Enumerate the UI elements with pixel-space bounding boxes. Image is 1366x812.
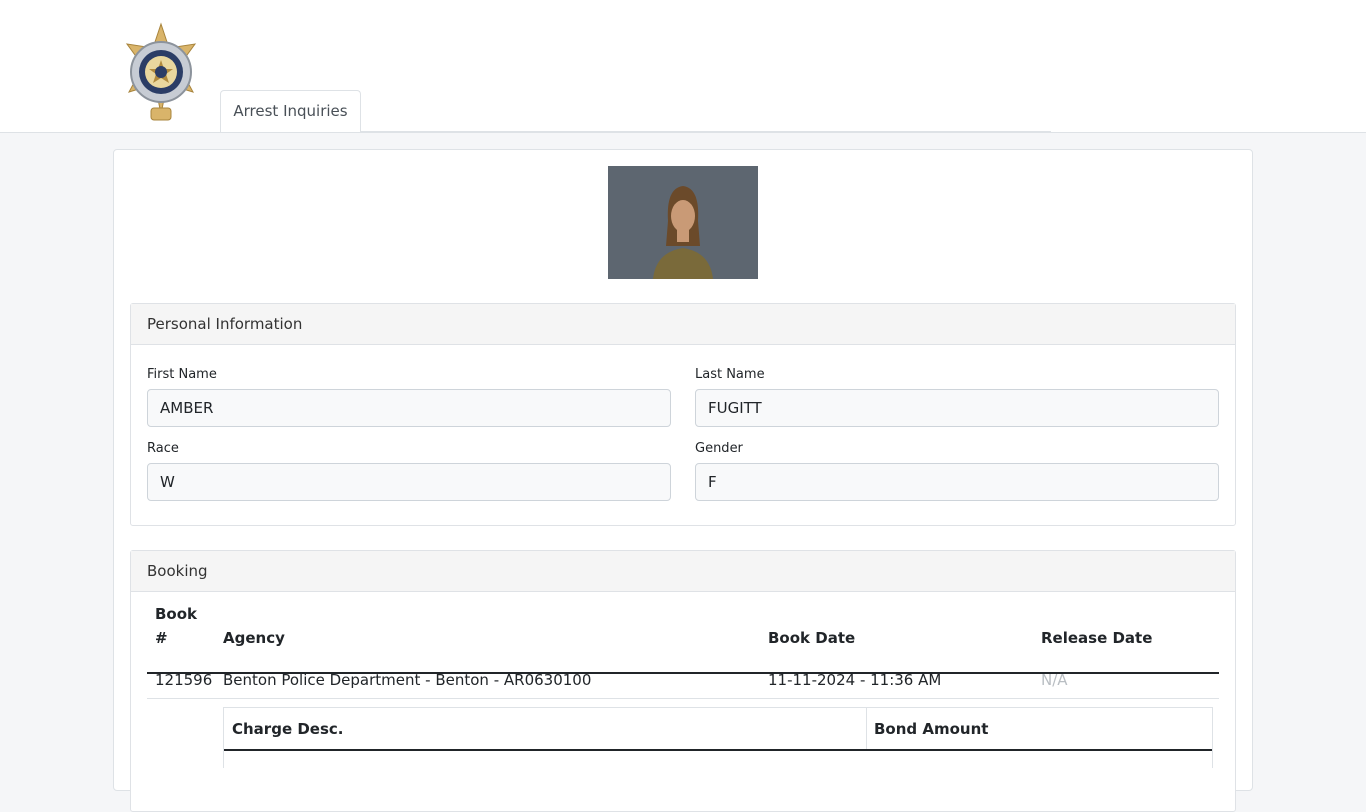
race-group: Race W [147, 441, 671, 501]
first-name-field[interactable]: AMBER [147, 389, 671, 427]
column-header-release-date: Release Date [1041, 629, 1153, 647]
mugshot-photo [608, 166, 758, 279]
booking-panel: Booking Book # Agency Book Date Release … [130, 550, 1236, 812]
column-header-charge-desc: Charge Desc. [232, 720, 344, 738]
release-date-cell: N/A [1041, 671, 1068, 689]
book-number-cell: 121596 [155, 671, 213, 689]
column-header-bond-amount: Bond Amount [874, 720, 989, 738]
last-name-label: Last Name [695, 367, 765, 382]
inmate-detail-card: Personal Information First Name AMBER La… [113, 149, 1253, 812]
race-field[interactable]: W [147, 463, 671, 501]
top-navbar: Arrest Inquiries [0, 0, 1366, 133]
gender-label: Gender [695, 441, 743, 456]
tab-arrest-inquiries[interactable]: Arrest Inquiries [220, 90, 361, 132]
first-name-group: First Name AMBER [147, 367, 671, 427]
column-header-book-date: Book Date [768, 629, 856, 647]
sheriff-badge-logo[interactable] [123, 22, 199, 126]
column-header-book-line2: # [155, 629, 168, 647]
gender-field[interactable]: F [695, 463, 1219, 501]
last-name-field[interactable]: FUGITT [695, 389, 1219, 427]
agency-cell: Benton Police Department - Benton - AR06… [223, 671, 592, 689]
personal-information-header: Personal Information [131, 304, 1235, 345]
booking-header: Booking [131, 551, 1235, 592]
charges-table: Charge Desc. Bond Amount [223, 707, 1213, 768]
race-label: Race [147, 441, 179, 456]
charges-column-divider [866, 708, 867, 750]
last-name-group: Last Name FUGITT [695, 367, 1219, 427]
book-date-cell: 11-11-2024 - 11:36 AM [768, 671, 942, 689]
gender-group: Gender F [695, 441, 1219, 501]
column-header-book-line1: Book [155, 605, 198, 623]
column-header-agency: Agency [223, 629, 285, 647]
first-name-label: First Name [147, 367, 217, 382]
row-divider [147, 698, 1219, 699]
personal-information-panel: Personal Information First Name AMBER La… [130, 303, 1236, 526]
charges-header-divider [224, 749, 1212, 751]
